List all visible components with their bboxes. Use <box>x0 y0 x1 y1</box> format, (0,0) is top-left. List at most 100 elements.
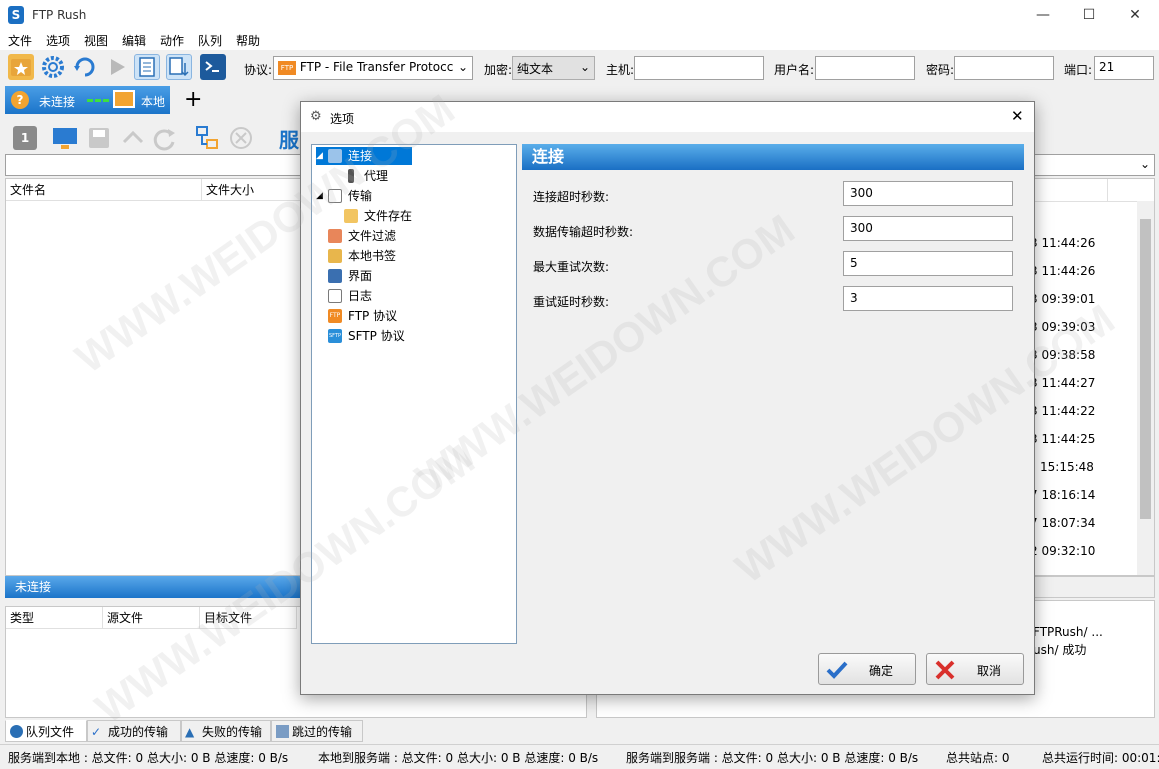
column-header-filesize[interactable]: 文件大小 <box>202 179 306 201</box>
host-input[interactable] <box>634 56 764 80</box>
data-timeout-input[interactable]: 300 <box>843 216 1013 241</box>
menu-options[interactable]: 选项 <box>46 32 70 49</box>
menu-view[interactable]: 视图 <box>84 32 108 49</box>
add-tab-button[interactable]: + <box>184 87 202 112</box>
status-server-to-server: 服务端到服务端 : 总文件: 0 总大小: 0 B 总速度: 0 B/s <box>626 751 919 765</box>
question-icon: ? <box>11 91 29 109</box>
retry-delay-label: 重试延时秒数: <box>533 295 610 309</box>
menu-file[interactable]: 文件 <box>8 32 32 49</box>
column-header-filename[interactable]: 文件名 <box>6 179 202 201</box>
menu-help[interactable]: 帮助 <box>236 32 260 49</box>
username-label: 用户名: <box>774 63 815 77</box>
tab-label: 成功的传输 <box>108 725 169 739</box>
log-time: 2 09:32:10 <box>1030 544 1096 558</box>
tree-item-ftp-protocol[interactable]: FTP FTP 协议 <box>328 307 428 325</box>
port-input[interactable]: 21 <box>1094 56 1154 80</box>
collapse-arrow-icon: ◢ <box>316 151 323 161</box>
checkmark-icon: ✓ <box>91 725 102 739</box>
menu-edit[interactable]: 编辑 <box>122 32 146 49</box>
site-manager-icon[interactable] <box>8 54 34 80</box>
column-header-source[interactable]: 源文件 <box>103 607 200 629</box>
tab-label: 失败的传输 <box>202 725 263 739</box>
password-input[interactable] <box>954 56 1054 80</box>
log-view-icon[interactable] <box>134 54 160 80</box>
network-icon[interactable] <box>193 124 221 152</box>
tree-item-log[interactable]: 日志 <box>328 287 428 305</box>
encrypt-label: 加密: <box>484 63 513 77</box>
retry-delay-input[interactable]: 3 <box>843 286 1013 311</box>
window-title: FTP Rush <box>32 8 87 22</box>
connection-icon <box>328 149 342 163</box>
save-icon[interactable] <box>85 124 113 152</box>
ftp-icon: FTP <box>278 60 296 75</box>
file-exists-icon <box>344 209 358 223</box>
ok-button[interactable]: 确定 <box>818 653 916 685</box>
link-dashes-icon <box>87 99 109 102</box>
tree-item-interface[interactable]: 界面 <box>328 267 428 285</box>
tree-item-local-bookmarks[interactable]: 本地书签 <box>328 247 428 265</box>
interface-icon <box>328 269 342 283</box>
local-panel-toolbar: 1 服 <box>5 118 305 158</box>
warning-icon: ▲ <box>185 725 195 739</box>
up-arrow-icon[interactable] <box>119 124 147 152</box>
log-time: 3 09:38:58 <box>1030 348 1096 362</box>
log-time: 7 18:07:34 <box>1030 516 1096 530</box>
dialog-close-icon[interactable]: ✕ <box>1011 107 1024 125</box>
tree-item-proxy[interactable]: 代理 <box>344 167 434 185</box>
terminal-icon[interactable] <box>200 54 226 80</box>
username-input[interactable] <box>815 56 915 80</box>
tab-successful-transfers[interactable]: ✓ 成功的传输 <box>87 720 181 742</box>
tree-item-file-exists[interactable]: 文件存在 <box>344 207 444 225</box>
options-dialog: ⚙ 选项 ✕ ◢ 连接 代理 ◢ 传输 文件存在 文件过滤 本地书签 界面 日志… <box>300 101 1035 695</box>
menu-bar: 文件 选项 视图 编辑 动作 队列 帮助 <box>0 30 1159 50</box>
page-one-badge[interactable]: 1 <box>13 126 37 150</box>
log-time: 3 11:44:22 <box>1030 404 1096 418</box>
proxy-icon <box>348 169 354 183</box>
menu-action[interactable]: 动作 <box>160 32 184 49</box>
menu-queue[interactable]: 队列 <box>198 32 222 49</box>
cancel-button[interactable]: 取消 <box>926 653 1024 685</box>
tab-failed-transfers[interactable]: ▲ 失败的传输 <box>181 720 271 742</box>
play-icon[interactable] <box>104 54 130 80</box>
settings-gear-icon[interactable] <box>40 54 66 80</box>
header-divider <box>1031 201 1154 202</box>
close-button[interactable]: ✕ <box>1112 0 1158 30</box>
maximize-button[interactable]: ☐ <box>1066 0 1112 30</box>
tab-skipped-transfers[interactable]: 跳过的传输 <box>271 720 363 742</box>
tab-status-label: 未连接 <box>39 95 76 109</box>
log-time: 15:15:48 <box>1040 460 1094 474</box>
max-retries-input[interactable]: 5 <box>843 251 1013 276</box>
queue-tabs: 队列文件 ✓ 成功的传输 ▲ 失败的传输 跳过的传输 <box>5 720 585 742</box>
tree-item-connection[interactable]: ◢ 连接 <box>316 147 412 165</box>
protocol-select[interactable]: FTP FTP - File Transfer Protocc ⌄ <box>273 56 473 80</box>
transfer-queue-icon[interactable] <box>166 54 192 80</box>
port-label: 端口: <box>1064 63 1093 77</box>
column-header-type[interactable]: 类型 <box>6 607 103 629</box>
sftp-icon: SFTP <box>328 329 342 343</box>
refresh-icon[interactable] <box>72 54 98 80</box>
dialog-title-bar: ⚙ 选项 ✕ <box>301 102 1034 132</box>
tab-queue-files[interactable]: 队列文件 <box>5 720 87 742</box>
redo-icon[interactable] <box>151 124 179 152</box>
tab-not-connected[interactable]: ? 未连接 本地 <box>5 86 170 114</box>
log-time: 3 11:44:26 <box>1030 236 1096 250</box>
minimize-button[interactable]: — <box>1020 0 1066 30</box>
monitor-icon[interactable] <box>51 124 79 152</box>
local-file-list[interactable]: 文件名 文件大小 <box>5 178 306 576</box>
vertical-scrollbar[interactable] <box>1137 201 1154 575</box>
tree-item-sftp-protocol[interactable]: SFTP SFTP 协议 <box>328 327 428 345</box>
tree-item-file-filter[interactable]: 文件过滤 <box>328 227 428 245</box>
main-toolbar: 协议: FTP FTP - File Transfer Protocc ⌄ 加密… <box>0 50 1159 86</box>
scrollbar-thumb[interactable] <box>1140 219 1151 519</box>
log-time: 3 11:44:26 <box>1030 264 1096 278</box>
connect-timeout-label: 连接超时秒数: <box>533 190 610 204</box>
password-label: 密码: <box>926 63 955 77</box>
tree-item-transfer[interactable]: ◢ 传输 <box>316 187 416 205</box>
encrypt-select[interactable]: 纯文本 ⌄ <box>512 56 595 80</box>
protocol-label: 协议: <box>244 63 273 77</box>
disconnect-icon[interactable] <box>227 124 255 152</box>
column-header-target[interactable]: 目标文件 <box>200 607 297 629</box>
connect-timeout-input[interactable]: 300 <box>843 181 1013 206</box>
log-time: 3 09:39:03 <box>1030 320 1096 334</box>
options-tree[interactable]: ◢ 连接 代理 ◢ 传输 文件存在 文件过滤 本地书签 界面 日志 FTP FT… <box>311 144 517 644</box>
